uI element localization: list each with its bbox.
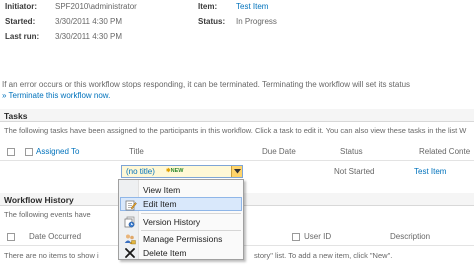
col-title[interactable]: Title <box>129 147 144 156</box>
menu-manage-permissions[interactable]: Manage Permissions <box>120 232 242 246</box>
col-user-id[interactable]: User ID <box>304 232 331 241</box>
task-related-link[interactable]: Test Item <box>414 167 446 176</box>
tasks-title: Tasks <box>4 111 28 121</box>
menu-delete-item[interactable]: Delete Item <box>120 246 242 260</box>
started-value: 3/30/2011 4:30 PM <box>55 17 123 26</box>
delete-icon <box>124 247 136 259</box>
item-context-menu: View Item Edit Item Version History Mana… <box>118 179 244 260</box>
tasks-header-band: Tasks <box>0 109 474 122</box>
menu-edit-item-label: Edit Item <box>143 199 177 209</box>
error-note: If an error occurs or this workflow stop… <box>2 80 411 89</box>
col-date-occurred[interactable]: Date Occurred <box>29 232 81 241</box>
status-label: Status: <box>198 17 226 26</box>
edit-icon <box>125 199 137 211</box>
last-run-value: 3/30/2011 4:30 PM <box>55 32 123 41</box>
terminate-link-row[interactable]: » Terminate this workflow now. <box>2 91 110 100</box>
col-due-date[interactable]: Due Date <box>262 147 296 156</box>
user-id-checkbox[interactable] <box>292 233 300 241</box>
menu-delete-item-label: Delete Item <box>143 248 187 258</box>
menu-version-history[interactable]: Version History <box>120 215 242 229</box>
chevron-down-icon[interactable] <box>231 166 242 177</box>
tasks-select-all-checkbox[interactable] <box>7 148 15 156</box>
arrow-icon: » <box>2 91 7 100</box>
history-empty-left: There are no items to show i <box>4 251 99 260</box>
status-value: In Progress <box>236 17 277 26</box>
col-assigned-to[interactable]: Assigned To <box>36 147 79 156</box>
initiator-label: Initiator: <box>5 2 37 11</box>
menu-separator <box>141 213 241 214</box>
history-empty-right: story" list. To add a new item, click "N… <box>254 251 393 260</box>
version-history-icon <box>124 216 136 228</box>
task-status: Not Started <box>334 167 375 176</box>
terminate-link[interactable]: Terminate this workflow now. <box>9 91 111 100</box>
col-status[interactable]: Status <box>340 147 363 156</box>
menu-view-item-label: View Item <box>143 185 181 195</box>
item-label: Item: <box>198 2 218 11</box>
col-description[interactable]: Description <box>390 232 430 241</box>
task-title-dropdown[interactable]: (no title) ✱NEW <box>121 165 243 178</box>
last-run-label: Last run: <box>5 32 40 41</box>
tasks-header-divider <box>0 160 474 161</box>
menu-version-history-label: Version History <box>143 217 201 227</box>
new-badge: ✱NEW <box>166 168 184 174</box>
assigned-to-checkbox[interactable] <box>25 148 33 156</box>
item-link[interactable]: Test Item <box>236 2 268 11</box>
history-description: The following events have <box>4 210 91 219</box>
history-title: Workflow History <box>4 195 74 205</box>
tasks-description: The following tasks have been assigned t… <box>4 126 467 135</box>
permissions-icon <box>124 233 136 245</box>
initiator-value: SPF2010\administrator <box>55 2 137 11</box>
menu-view-item[interactable]: View Item <box>120 183 242 197</box>
menu-manage-permissions-label: Manage Permissions <box>143 234 223 244</box>
menu-separator <box>141 230 241 231</box>
col-related-content[interactable]: Related Conte <box>419 147 470 156</box>
task-title-link[interactable]: (no title) <box>126 167 155 176</box>
history-select-all-checkbox[interactable] <box>7 233 15 241</box>
started-label: Started: <box>5 17 36 26</box>
menu-edit-item[interactable]: Edit Item <box>120 197 242 211</box>
